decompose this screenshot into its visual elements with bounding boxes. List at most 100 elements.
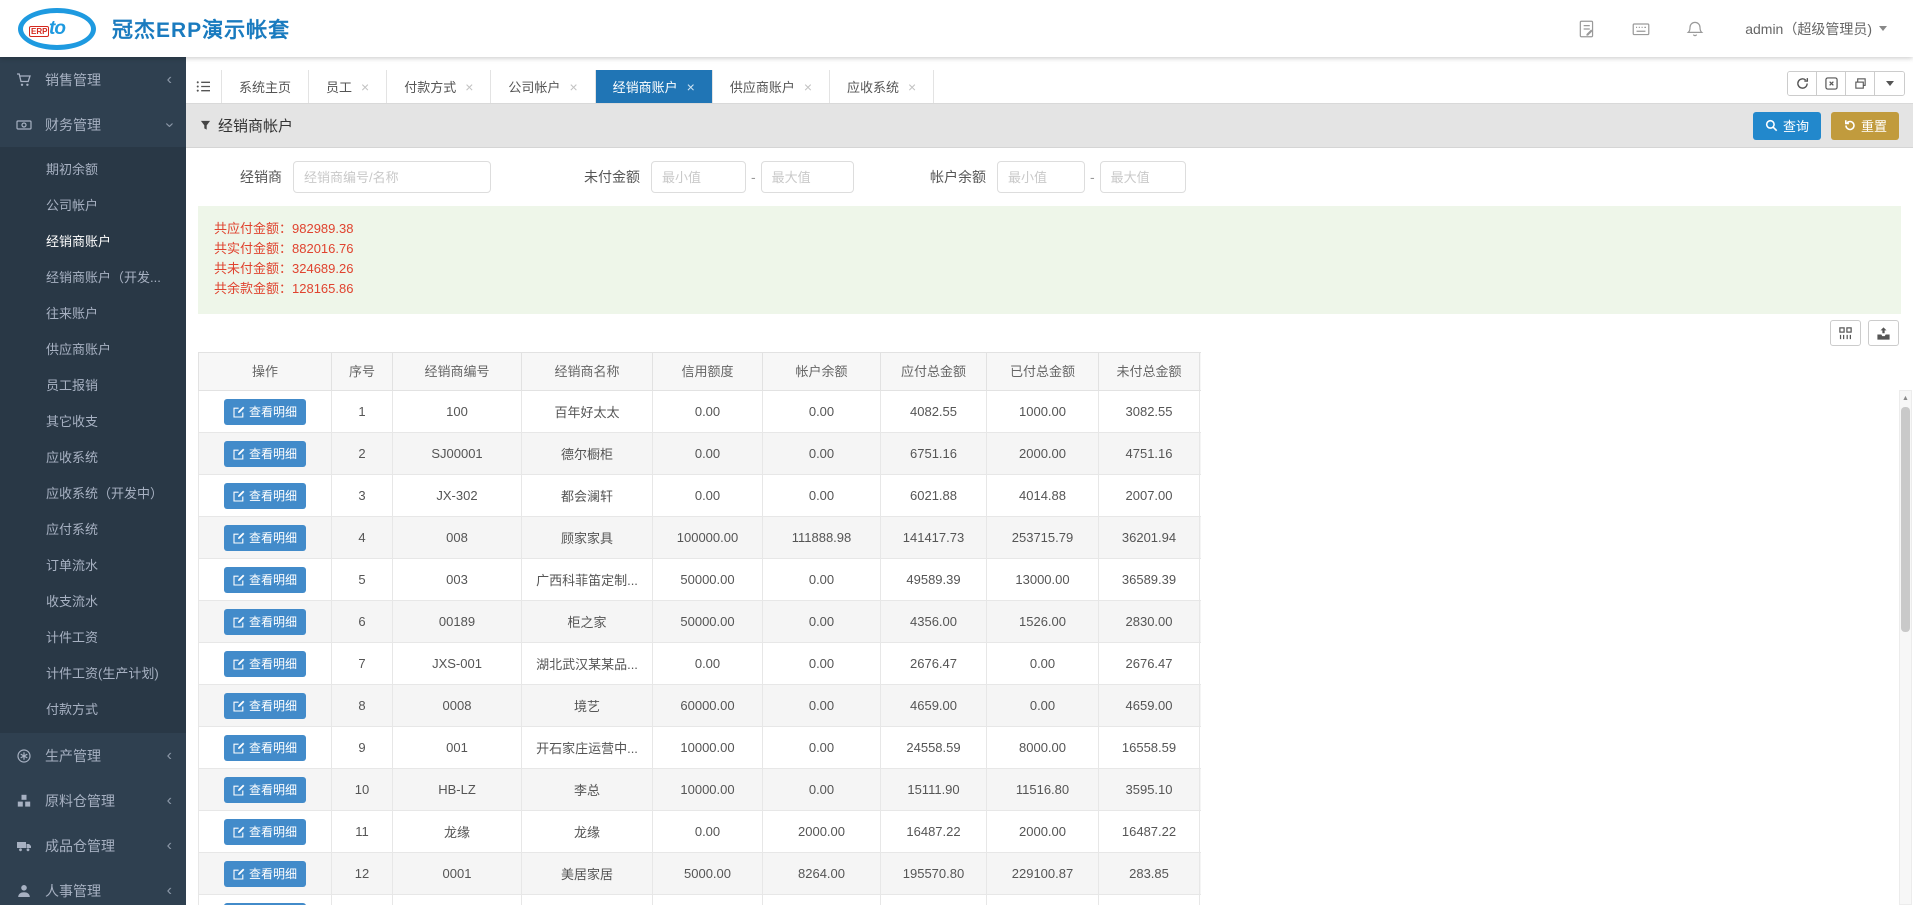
logo-glyph: to [49,18,65,40]
sidebar-subitem[interactable]: 应收系统（开发中） [0,476,186,512]
table-row: 查看明细3JX-302都会澜轩0.000.006021.884014.88200… [198,475,1201,517]
tab[interactable]: 应收系统× [830,70,934,103]
view-detail-button[interactable]: 查看明细 [224,441,306,467]
unpaid-min-input[interactable] [651,161,746,193]
tab[interactable]: 系统主页 [222,70,309,103]
view-detail-button[interactable]: 查看明细 [224,399,306,425]
sidebar-item[interactable]: 原料仓管理‹ [0,778,186,823]
sidebar-item[interactable]: 销售管理‹ [0,57,186,102]
unpaid-max-input[interactable] [761,161,854,193]
close-icon[interactable]: × [361,80,369,94]
tab[interactable]: 员工× [309,70,387,103]
cell-balance: 0.00 [763,643,881,684]
cell-credit: 10000.00 [653,769,763,810]
table-row: 查看明细1100百年好太太0.000.004082.551000.003082.… [198,391,1201,433]
view-detail-button[interactable]: 查看明细 [224,609,306,635]
view-detail-button[interactable]: 查看明细 [224,483,306,509]
sidebar-item[interactable]: 人事管理‹ [0,868,186,905]
query-button[interactable]: 查询 [1753,112,1821,140]
column-header: 信用额度 [653,353,763,390]
cell-payable: 195570.80 [881,853,987,894]
close-icon[interactable]: × [687,80,695,94]
sidebar-subitem[interactable]: 期初余额 [0,152,186,188]
close-icon[interactable]: × [804,80,812,94]
undo-icon [1843,119,1856,132]
tab[interactable]: 公司帐户× [491,70,595,103]
columns-toggle-button[interactable] [1830,320,1861,346]
sidebar-subitem[interactable]: 订单流水 [0,548,186,584]
view-detail-button[interactable]: 查看明细 [224,861,306,887]
view-detail-button[interactable]: 查看明细 [224,651,306,677]
view-detail-button[interactable]: 查看明细 [224,567,306,593]
close-icon[interactable]: × [465,80,473,94]
tab-label: 供应商账户 [730,77,795,96]
scrollbar-thumb[interactable] [1901,407,1910,632]
cell-name: 顾家家具 [522,517,653,558]
view-detail-button[interactable]: 查看明细 [224,735,306,761]
reset-button[interactable]: 重置 [1831,112,1899,140]
cell-payable: 4356.00 [881,601,987,642]
close-icon[interactable]: × [908,80,916,94]
chevron-left-icon: ‹ [167,883,172,899]
sidebar-subitem[interactable]: 员工报销 [0,368,186,404]
sidebar-item-label: 财务管理 [45,115,167,135]
scroll-up-icon[interactable]: ▲ [1900,391,1911,406]
dealer-table: 操作序号经销商编号经销商名称信用额度帐户余额应付总金额已付总金额未付总金额 查看… [198,352,1201,905]
tab[interactable]: 供应商账户 × [713,70,830,103]
tab[interactable]: 经销商账户× [596,70,713,103]
sidebar-subitem[interactable]: 往来账户 [0,296,186,332]
sidebar-subitem[interactable]: 计件工资(生产计划) [0,656,186,692]
sidebar-subitem[interactable]: 收支流水 [0,584,186,620]
sidebar-subitem[interactable]: 其它收支 [0,404,186,440]
summary-line: 共余款金额：128165.86 [214,279,1885,299]
cell-balance: 111888.98 [763,517,881,558]
sidebar-subitem[interactable]: 应付系统 [0,512,186,548]
view-detail-button[interactable]: 查看明细 [224,693,306,719]
sidebar-subitem[interactable]: 经销商账户（开发... [0,260,186,296]
cascade-windows-button[interactable] [1846,72,1875,95]
cell-balance: 412.88 [763,895,881,905]
table-scrollbar[interactable]: ▲ [1899,390,1912,905]
sidebar-subitem[interactable]: 供应商账户 [0,332,186,368]
summary-line: 共未付金额：324689.26 [214,259,1885,279]
column-header: 应付总金额 [881,353,987,390]
sidebar-item-label: 生产管理 [45,746,167,766]
user-menu[interactable]: admin（超级管理员) [1745,19,1887,39]
document-edit-icon[interactable] [1577,19,1597,39]
action-cell: 查看明细 [198,895,332,905]
table-row: 查看明细5003广西科菲笛定制...50000.000.0049589.3913… [198,559,1201,601]
export-button[interactable] [1868,320,1899,346]
sidebar-item[interactable]: 财务管理‹ [0,102,186,147]
cell-no: 13 [332,895,393,905]
sidebar-subitem[interactable]: 经销商账户 [0,224,186,260]
view-detail-button[interactable]: 查看明细 [224,525,306,551]
sidebar-subitem[interactable]: 付款方式 [0,692,186,728]
tab[interactable]: 付款方式× [387,70,491,103]
cell-credit: 60000.00 [653,685,763,726]
sidebar-item[interactable]: 生产管理‹ [0,733,186,778]
balance-max-input[interactable] [1100,161,1186,193]
sidebar-item[interactable]: 成品仓管理‹ [0,823,186,868]
view-detail-button[interactable]: 查看明细 [224,777,306,803]
cell-balance: 0.00 [763,559,881,600]
cell-credit: 0.00 [653,475,763,516]
close-icon[interactable]: × [569,80,577,94]
bell-icon[interactable] [1685,19,1705,39]
sidebar-subitem[interactable]: 应收系统 [0,440,186,476]
keyboard-icon[interactable] [1631,19,1651,39]
balance-min-input[interactable] [997,161,1085,193]
tab-controls [1787,71,1905,96]
sidebar-subitem[interactable]: 计件工资 [0,620,186,656]
tab-menu-caret-button[interactable] [1875,72,1904,95]
table-row: 查看明细80008境艺60000.000.004659.000.004659.0… [198,685,1201,727]
dealer-input[interactable] [293,161,491,193]
app-title: 冠杰ERP演示帐套 [112,14,290,44]
tab-list-button[interactable] [186,70,222,103]
action-cell: 查看明细 [198,727,332,768]
view-detail-button[interactable]: 查看明细 [224,819,306,845]
sidebar-subitem[interactable]: 公司帐户 [0,188,186,224]
close-tab-button[interactable] [1817,72,1846,95]
screen: ERP to 冠杰ERP演示帐套 admin（超级管理员) 销售管理‹财务管理‹… [0,0,1913,905]
refresh-tab-button[interactable] [1788,72,1817,95]
cell-no: 4 [332,517,393,558]
